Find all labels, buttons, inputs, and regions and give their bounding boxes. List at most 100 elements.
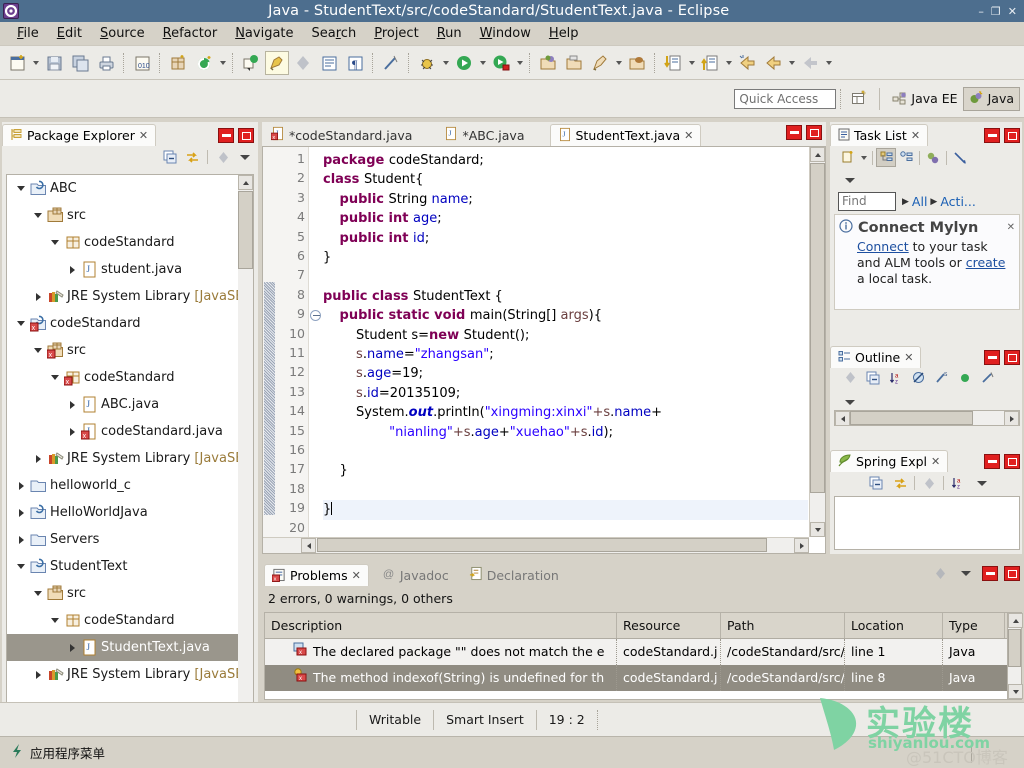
problems-scroll-up[interactable]: [1008, 613, 1023, 628]
history-dropdown-icon[interactable]: [823, 52, 834, 74]
chevron-right-icon[interactable]: [64, 266, 80, 274]
menu-run[interactable]: Run: [428, 24, 471, 43]
chevron-down-icon[interactable]: [13, 186, 29, 191]
back-icon[interactable]: [735, 51, 759, 75]
outline-maximize-button[interactable]: [1004, 350, 1020, 365]
editor-tab-studenttext.java[interactable]: J StudentText.java ✕: [549, 124, 702, 146]
close-icon[interactable]: ✕: [931, 455, 940, 468]
fold-collapse-icon[interactable]: [310, 310, 322, 322]
outline-scroll-left[interactable]: [835, 411, 850, 426]
menu-edit[interactable]: Edit: [48, 24, 91, 43]
tree-item-src[interactable]: x src: [7, 337, 253, 364]
spring-maximize-button[interactable]: [1004, 454, 1020, 469]
problems-minimize-button[interactable]: [982, 566, 998, 581]
pilcrow-icon[interactable]: ¶: [343, 51, 367, 75]
tab-spring-explorer[interactable]: Spring Expl ✕: [830, 450, 949, 472]
problems-view-menu-icon[interactable]: [956, 564, 976, 583]
close-icon[interactable]: ✕: [904, 351, 913, 364]
chevron-down-icon[interactable]: [47, 618, 63, 623]
edit-icon[interactable]: [588, 51, 612, 75]
open-folder-icon[interactable]: [562, 51, 586, 75]
edit-dropdown-icon[interactable]: [613, 52, 624, 74]
spring-minimize-button[interactable]: [984, 454, 1000, 469]
editor-minimize-button[interactable]: [786, 125, 802, 140]
run-icon[interactable]: [452, 51, 476, 75]
tree-item-abc[interactable]: ABC: [7, 175, 253, 202]
tree-item-codestandard[interactable]: x codeStandard: [7, 310, 253, 337]
chevron-right-icon[interactable]: [13, 482, 29, 490]
run-dropdown-icon[interactable]: [477, 52, 488, 74]
task-list-view-menu-icon[interactable]: [840, 171, 860, 190]
chevron-down-icon[interactable]: [30, 348, 46, 353]
editor-scroll-thumb-h[interactable]: [317, 538, 767, 552]
code-line[interactable]: Student s=new Student();: [323, 326, 808, 345]
tab-outline[interactable]: Outline ✕: [830, 346, 922, 368]
code-line[interactable]: public static void main(String[] args){: [323, 306, 808, 325]
hide-local-icon[interactable]: [978, 368, 998, 387]
problems-scroll-down[interactable]: [1008, 684, 1023, 699]
mylyn-create-link[interactable]: create: [966, 255, 1006, 270]
problems-tab-declaration[interactable]: Declaration: [462, 564, 566, 586]
close-icon[interactable]: ✕: [139, 129, 148, 142]
problems-filter-icon[interactable]: [930, 564, 950, 583]
task-list-maximize-button[interactable]: [1004, 128, 1020, 143]
source-code[interactable]: package codeStandard; class Student{ publ…: [323, 147, 808, 536]
code-line[interactable]: package codeStandard;: [323, 151, 808, 170]
save-icon[interactable]: [42, 51, 66, 75]
tree-item-codestandard[interactable]: codeStandard: [7, 607, 253, 634]
print-icon[interactable]: [94, 51, 118, 75]
open-type-icon[interactable]: [239, 51, 263, 75]
new-class-dropdown-icon[interactable]: [217, 52, 228, 74]
tree-item-jre-system-library[interactable]: JRE System Library [JavaSE-1: [7, 283, 253, 310]
collapse-all-icon[interactable]: [863, 368, 883, 387]
problems-row[interactable]: x The declared package "" does not match …: [265, 639, 1019, 665]
restore-button[interactable]: ❐: [991, 6, 1001, 17]
code-line[interactable]: "nianling"+s.age+"xuehao"+s.id);: [323, 423, 808, 442]
new-java-project-icon[interactable]: [536, 51, 560, 75]
link-with-editor-icon[interactable]: [182, 148, 202, 167]
build-icon[interactable]: 010: [130, 51, 154, 75]
scroll-thumb[interactable]: [238, 191, 253, 269]
categorized-view-icon[interactable]: [876, 148, 896, 167]
sort-alphabetically-icon[interactable]: a z: [886, 368, 906, 387]
run-last-dropdown-icon[interactable]: [514, 52, 525, 74]
forward-dropdown-icon[interactable]: [786, 52, 797, 74]
next-annotation-dropdown-icon[interactable]: [686, 52, 697, 74]
chevron-right-icon[interactable]: [64, 401, 80, 409]
package-explorer-tree[interactable]: ABC src codeStandard Jstudent.java JRE Syste…: [6, 174, 254, 768]
previous-annotation-icon[interactable]: [698, 51, 722, 75]
editor-scroll-right[interactable]: [794, 538, 809, 553]
editor-maximize-button[interactable]: [806, 125, 822, 140]
save-all-icon[interactable]: [68, 51, 92, 75]
new-class-icon[interactable]: [192, 51, 216, 75]
code-line[interactable]: [323, 267, 808, 286]
tree-item-servers[interactable]: Servers: [7, 526, 253, 553]
chevron-right-icon[interactable]: [64, 428, 80, 436]
close-icon[interactable]: ✕: [352, 569, 361, 582]
search-folder-icon[interactable]: [625, 51, 649, 75]
debug-icon[interactable]: [415, 51, 439, 75]
tree-item-studenttext[interactable]: StudentText: [7, 553, 253, 580]
editor-scroll-thumb[interactable]: [810, 163, 825, 493]
debug-dropdown-icon[interactable]: [440, 52, 451, 74]
tree-item-studenttext-java[interactable]: J StudentText.java: [7, 634, 253, 661]
spring-filter-icon[interactable]: [919, 474, 939, 493]
task-list-minimize-button[interactable]: [984, 128, 1000, 143]
tree-item-codestandard[interactable]: codeStandard: [7, 229, 253, 256]
forward-icon[interactable]: [761, 51, 785, 75]
new-task-icon[interactable]: [838, 148, 858, 167]
view-menu-icon[interactable]: [235, 148, 255, 167]
tree-item-codestandard[interactable]: x codeStandard: [7, 364, 253, 391]
tree-vertical-scrollbar[interactable]: [238, 175, 253, 768]
tree-item-helloworldjava[interactable]: HelloWorldJava: [7, 499, 253, 526]
code-line[interactable]: public int age;: [323, 209, 808, 228]
code-line[interactable]: public class StudentText {: [323, 287, 808, 306]
code-line[interactable]: s.id=20135109;: [323, 384, 808, 403]
problems-column-path[interactable]: Path: [721, 613, 845, 638]
tab-task-list[interactable]: Task List ✕: [830, 124, 929, 146]
tree-item-codestandard-java[interactable]: JxcodeStandard.java: [7, 418, 253, 445]
view-menu-dots-icon[interactable]: [213, 148, 233, 167]
code-line[interactable]: [323, 442, 808, 461]
synchronize-icon[interactable]: [923, 148, 943, 167]
editor-scroll-left[interactable]: [301, 538, 316, 553]
